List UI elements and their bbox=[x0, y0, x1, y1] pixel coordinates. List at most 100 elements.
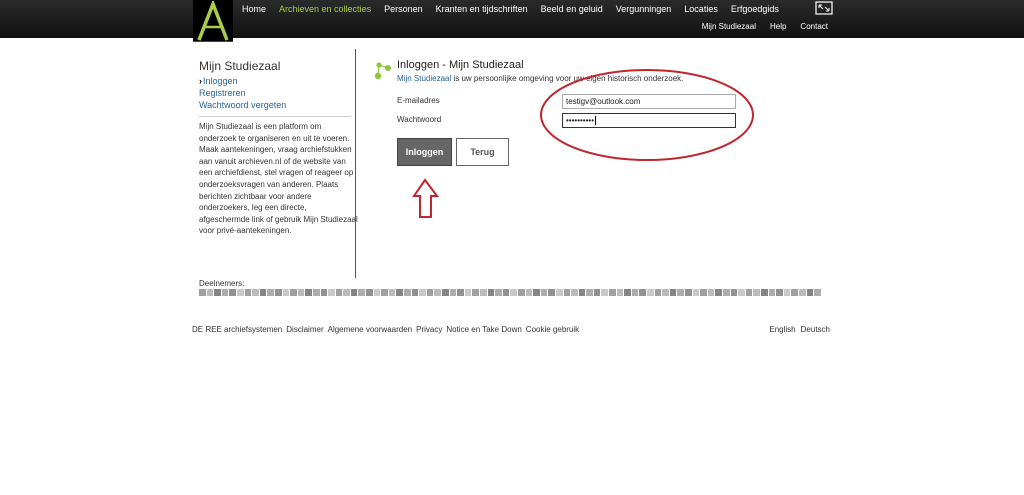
participant-logo[interactable] bbox=[555, 289, 563, 296]
participant-logo[interactable] bbox=[457, 289, 464, 296]
participant-logo[interactable] bbox=[533, 289, 540, 296]
participant-logo[interactable] bbox=[259, 289, 267, 296]
participant-logo[interactable] bbox=[624, 289, 631, 296]
language-english[interactable]: English bbox=[769, 325, 795, 334]
participant-logo[interactable] bbox=[692, 289, 700, 296]
sidebar-link-inloggen[interactable]: ›Inloggen bbox=[199, 75, 354, 87]
participant-logo[interactable] bbox=[616, 289, 624, 296]
fullscreen-icon[interactable] bbox=[815, 1, 833, 15]
participant-logo[interactable] bbox=[563, 289, 571, 296]
participant-logo[interactable] bbox=[244, 289, 252, 296]
participant-logo[interactable] bbox=[404, 289, 411, 296]
participant-logo[interactable] bbox=[814, 289, 821, 296]
participant-logo[interactable] bbox=[654, 289, 662, 296]
participant-logo[interactable] bbox=[525, 289, 533, 296]
participant-logo[interactable] bbox=[586, 289, 593, 296]
participant-logo[interactable] bbox=[252, 289, 259, 296]
participant-logo[interactable] bbox=[798, 289, 806, 296]
participant-logo[interactable] bbox=[495, 289, 502, 296]
participant-logo[interactable] bbox=[320, 289, 328, 296]
participant-logo[interactable] bbox=[274, 289, 282, 296]
footer-link-disclaimer[interactable]: Disclaimer bbox=[286, 325, 323, 334]
participant-logo[interactable] bbox=[760, 289, 768, 296]
participant-logo[interactable] bbox=[373, 289, 381, 296]
participant-logo[interactable] bbox=[358, 289, 366, 296]
participant-logo[interactable] bbox=[578, 289, 586, 296]
participant-logo[interactable] bbox=[350, 289, 358, 296]
participant-logo[interactable] bbox=[343, 289, 350, 296]
sidebar-link-wachtwoord-vergeten[interactable]: Wachtwoord vergeten bbox=[199, 99, 354, 111]
participant-logo[interactable] bbox=[700, 289, 707, 296]
participant-logo[interactable] bbox=[305, 289, 312, 296]
participant-logo[interactable] bbox=[669, 289, 677, 296]
participant-logo[interactable] bbox=[806, 289, 814, 296]
participant-logo[interactable] bbox=[540, 289, 548, 296]
participant-logo[interactable] bbox=[206, 289, 214, 296]
participant-logo[interactable] bbox=[472, 289, 479, 296]
participant-logo[interactable] bbox=[730, 289, 738, 296]
participant-logo[interactable] bbox=[419, 289, 426, 296]
participant-logo[interactable] bbox=[282, 289, 290, 296]
password-field[interactable]: •••••••••• bbox=[562, 113, 736, 128]
participant-logo[interactable] bbox=[487, 289, 495, 296]
nav-home[interactable]: Home bbox=[235, 0, 272, 16]
participant-logo[interactable] bbox=[715, 289, 722, 296]
mijn-studiezaal-link[interactable]: Mijn Studiezaal bbox=[397, 74, 451, 83]
participant-logo[interactable] bbox=[396, 289, 404, 296]
participant-logo[interactable] bbox=[434, 289, 441, 296]
participant-logo[interactable] bbox=[647, 289, 654, 296]
participant-logo[interactable] bbox=[388, 289, 396, 296]
participant-logo[interactable] bbox=[745, 289, 753, 296]
footer-link-privacy[interactable]: Privacy bbox=[416, 325, 442, 334]
participant-logo[interactable] bbox=[199, 289, 206, 296]
sidebar-link-registreren[interactable]: Registreren bbox=[199, 87, 354, 99]
nav-archieven-en-collecties[interactable]: Archieven en collecties bbox=[272, 0, 377, 16]
participant-logo[interactable] bbox=[791, 289, 798, 296]
participant-logo[interactable] bbox=[366, 289, 373, 296]
nav-personen[interactable]: Personen bbox=[377, 0, 429, 16]
nav-erfgoedgids[interactable]: Erfgoedgids bbox=[724, 0, 785, 16]
participant-logo[interactable] bbox=[236, 289, 244, 296]
language-deutsch[interactable]: Deutsch bbox=[801, 325, 830, 334]
footer-link-cookie-gebruik[interactable]: Cookie gebruik bbox=[526, 325, 579, 334]
site-logo[interactable] bbox=[193, 0, 233, 42]
participant-logo[interactable] bbox=[221, 289, 229, 296]
participant-logo[interactable] bbox=[502, 289, 510, 296]
nav-locaties[interactable]: Locaties bbox=[677, 0, 724, 16]
participant-logo[interactable] bbox=[290, 289, 297, 296]
nav-kranten-en-tijdschriften[interactable]: Kranten en tijdschriften bbox=[429, 0, 534, 16]
participant-logo[interactable] bbox=[707, 289, 715, 296]
participant-logo[interactable] bbox=[297, 289, 305, 296]
subnav-contact[interactable]: Contact bbox=[800, 22, 828, 31]
participant-logo[interactable] bbox=[411, 289, 419, 296]
participant-logo[interactable] bbox=[639, 289, 647, 296]
participant-logo[interactable] bbox=[738, 289, 745, 296]
participant-logo[interactable] bbox=[631, 289, 639, 296]
participant-logo[interactable] bbox=[677, 289, 684, 296]
participant-logo[interactable] bbox=[381, 289, 388, 296]
participant-logo[interactable] bbox=[609, 289, 616, 296]
participant-logo[interactable] bbox=[214, 289, 221, 296]
participant-logo[interactable] bbox=[601, 289, 609, 296]
participant-logo[interactable] bbox=[426, 289, 434, 296]
participant-logo[interactable] bbox=[776, 289, 783, 296]
participant-logo[interactable] bbox=[449, 289, 457, 296]
participant-logo[interactable] bbox=[312, 289, 320, 296]
participant-logo[interactable] bbox=[685, 289, 692, 296]
participant-logo[interactable] bbox=[517, 289, 525, 296]
participant-logo[interactable] bbox=[335, 289, 343, 296]
participant-logo[interactable] bbox=[662, 289, 669, 296]
email-field[interactable]: testigv@outlook.com bbox=[562, 94, 736, 109]
participant-logo[interactable] bbox=[229, 289, 236, 296]
participant-logo[interactable] bbox=[753, 289, 760, 296]
footer-link-algemene-voorwaarden[interactable]: Algemene voorwaarden bbox=[328, 325, 413, 334]
participant-logo[interactable] bbox=[328, 289, 335, 296]
participant-logo[interactable] bbox=[593, 289, 601, 296]
participant-logo[interactable] bbox=[464, 289, 472, 296]
participant-logo[interactable] bbox=[479, 289, 487, 296]
participant-logo[interactable] bbox=[768, 289, 776, 296]
participant-logo[interactable] bbox=[510, 289, 517, 296]
subnav-mijn-studiezaal[interactable]: Mijn Studiezaal bbox=[702, 22, 756, 31]
subnav-help[interactable]: Help bbox=[770, 22, 786, 31]
participant-logo[interactable] bbox=[442, 289, 449, 296]
